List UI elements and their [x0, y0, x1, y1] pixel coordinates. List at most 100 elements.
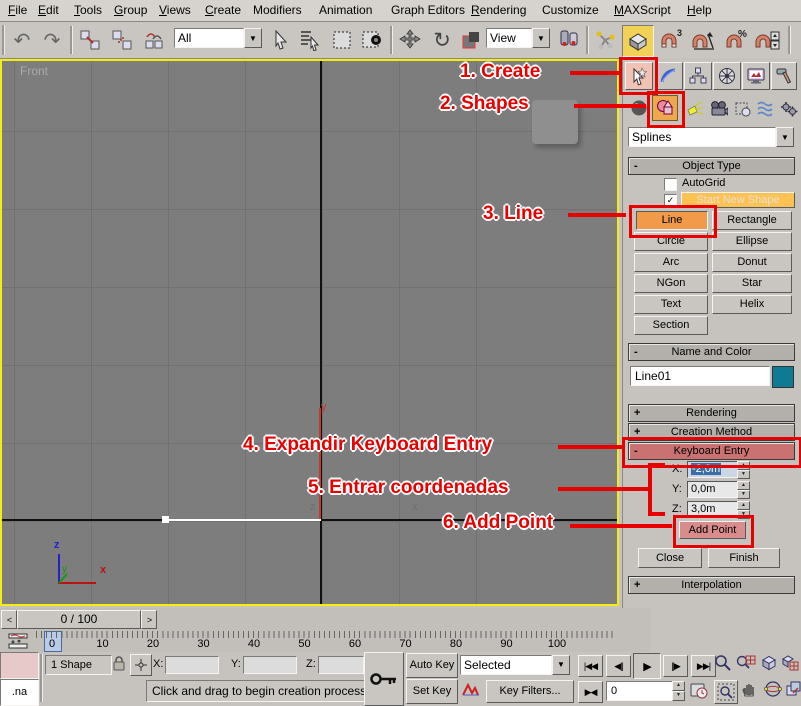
region-zoom-button[interactable]	[714, 680, 738, 704]
category-systems-icon[interactable]	[778, 98, 800, 120]
menu-file[interactable]: File	[8, 3, 27, 17]
select-object-button[interactable]	[268, 26, 294, 54]
category-helpers-icon[interactable]	[732, 98, 754, 120]
ke-y-spinner[interactable]: ▲▼	[737, 481, 750, 498]
next-frame-button[interactable]: ||▶	[663, 655, 688, 677]
object-name-field[interactable]: Line01	[630, 366, 770, 386]
chevron-down-icon[interactable]: ▼	[244, 28, 262, 48]
menu-edit[interactable]: Edit	[38, 3, 59, 17]
maxscript-listener-white[interactable]: .na	[0, 679, 39, 706]
frame-spinner[interactable]: ▲▼	[672, 681, 685, 701]
category-spacewarps-icon[interactable]	[755, 98, 777, 120]
track-bar[interactable]: 0102030405060708090100	[0, 630, 651, 653]
zoom-button[interactable]	[714, 654, 734, 676]
menu-maxscript[interactable]: MAXScript	[614, 3, 671, 17]
rollout-name-and-color[interactable]: - Name and Color	[628, 343, 795, 361]
redo-button[interactable]: ↷	[38, 26, 66, 54]
select-move-button[interactable]	[396, 26, 424, 54]
angle-snap-button[interactable]	[688, 26, 718, 54]
menu-views[interactable]: Views	[159, 3, 191, 17]
time-slider-track[interactable]: < 0 / 100 >	[0, 608, 651, 631]
menu-group[interactable]: Group	[114, 3, 147, 17]
chevron-down-icon[interactable]: ▼	[532, 28, 550, 48]
menu-modifiers[interactable]: Modifiers	[253, 3, 302, 17]
key-mode-toggle[interactable]: ▶◀	[578, 681, 603, 703]
go-to-end-button[interactable]: ▶▶|	[691, 655, 716, 677]
menu-customize[interactable]: Customize	[542, 3, 599, 17]
mini-curve-editor-button[interactable]	[5, 633, 31, 649]
selection-filter-dropdown[interactable]: All ▼	[174, 28, 262, 48]
rollout-object-type[interactable]: - Object Type	[628, 157, 795, 175]
tab-modify[interactable]	[655, 62, 683, 90]
rollout-interpolation[interactable]: + Interpolation	[628, 576, 795, 594]
menu-tools[interactable]: Tools	[74, 3, 102, 17]
window-crossing-button[interactable]	[358, 26, 386, 54]
keyable-icon[interactable]	[461, 681, 481, 701]
time-slider-next[interactable]: >	[141, 610, 157, 629]
time-config-button[interactable]	[690, 681, 710, 701]
spinner-snap-button[interactable]	[752, 26, 782, 54]
ke-y-field[interactable]: 0,0m	[687, 481, 739, 498]
time-slider-prev[interactable]: <	[1, 610, 17, 629]
menu-create[interactable]: Create	[205, 3, 241, 17]
time-slider-handle[interactable]: 0 / 100	[17, 610, 141, 629]
menu-rendering[interactable]: Rendering	[471, 3, 526, 17]
shape-category-dropdown[interactable]: Splines ▼	[628, 127, 794, 147]
pan-hand-button[interactable]	[740, 680, 762, 702]
rectangular-region-button[interactable]	[328, 26, 356, 54]
category-cameras-icon[interactable]	[708, 98, 730, 120]
previous-frame-button[interactable]: ◀||	[606, 655, 631, 677]
snap-3d-button[interactable]: 3	[656, 26, 684, 54]
chevron-down-icon[interactable]: ▼	[776, 127, 794, 147]
close-button[interactable]: Close	[638, 548, 702, 568]
percent-snap-button[interactable]: %	[722, 26, 750, 54]
select-link-icon[interactable]	[76, 26, 104, 54]
snaps-toggle-button[interactable]	[622, 25, 654, 57]
menu-graph-editors[interactable]: Graph Editors	[391, 3, 465, 17]
go-to-start-button[interactable]: |◀◀	[578, 655, 603, 677]
auto-key-button[interactable]: Auto Key	[406, 653, 458, 678]
coord-z-field[interactable]	[318, 656, 364, 674]
undo-button[interactable]: ↶	[8, 26, 36, 54]
arc-rotate-button[interactable]	[764, 680, 784, 702]
menu-help[interactable]: Help	[687, 3, 712, 17]
absolute-mode-button[interactable]	[130, 654, 152, 676]
autogrid-checkbox[interactable]	[664, 178, 677, 191]
viewport-label[interactable]: Front	[20, 64, 48, 78]
selected-filter-dropdown[interactable]: Selected ▼	[460, 654, 570, 675]
coord-y-field[interactable]	[243, 656, 297, 674]
shape-button-ngon[interactable]: NGon	[634, 274, 708, 293]
lock-selection-icon[interactable]	[112, 655, 128, 673]
rollout-rendering[interactable]: + Rendering	[628, 404, 795, 422]
tab-display[interactable]	[742, 62, 770, 90]
min-max-toggle-button[interactable]	[786, 680, 801, 702]
tab-motion[interactable]	[713, 62, 741, 90]
shape-button-donut[interactable]: Donut	[712, 253, 792, 272]
shape-button-text[interactable]: Text	[634, 295, 708, 314]
shape-button-arc[interactable]: Arc	[634, 253, 708, 272]
coord-x-field[interactable]	[165, 656, 219, 674]
object-color-swatch[interactable]	[772, 366, 794, 388]
zoom-extents-button[interactable]	[760, 654, 780, 676]
current-frame-field[interactable]: 0	[606, 681, 674, 701]
finish-button[interactable]: Finish	[708, 548, 780, 568]
select-by-name-button[interactable]	[296, 26, 324, 54]
shape-button-ellipse[interactable]: Ellipse	[712, 232, 792, 251]
select-manipulate-button[interactable]	[591, 26, 619, 54]
reference-coord-dropdown[interactable]: View ▼	[486, 28, 550, 48]
select-rotate-button[interactable]: ↻	[428, 26, 456, 54]
unlink-icon[interactable]	[108, 26, 136, 54]
zoom-all-button[interactable]	[736, 654, 758, 676]
shape-button-helix[interactable]: Helix	[712, 295, 792, 314]
chevron-down-icon[interactable]: ▼	[552, 655, 570, 675]
set-key-button[interactable]: Set Key	[406, 679, 458, 704]
key-filters-button[interactable]: Key Filters...	[486, 680, 574, 703]
zoom-extents-all-button[interactable]	[781, 654, 801, 676]
keyboard-override-button[interactable]	[364, 652, 404, 706]
select-scale-button[interactable]	[458, 26, 484, 54]
bind-spacewarp-icon[interactable]	[140, 26, 168, 54]
play-button[interactable]: ▶	[633, 653, 661, 679]
category-lights-icon[interactable]	[684, 98, 706, 120]
tab-hierarchy[interactable]	[684, 62, 712, 90]
menu-animation[interactable]: Animation	[319, 3, 372, 17]
